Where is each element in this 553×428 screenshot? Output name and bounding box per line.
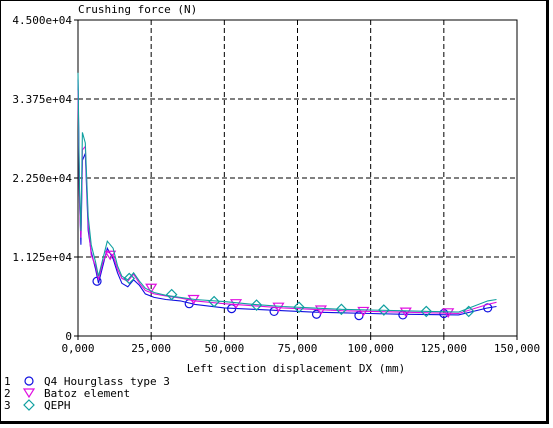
data-point	[229, 299, 243, 309]
x-tick-label: 150,000	[494, 342, 540, 355]
legend-index: 3	[4, 399, 11, 412]
series-1	[77, 79, 497, 321]
legend-marker	[22, 388, 36, 399]
x-tick-label: 25,000	[131, 342, 171, 355]
y-tick-label: 1.125e+04	[12, 251, 72, 264]
y-tick-label: 0	[65, 330, 72, 343]
legend-marker	[23, 399, 35, 411]
x-tick-label: 75,000	[278, 342, 318, 355]
x-tick-label: 125,000	[421, 342, 467, 355]
axis-ticks: 0,000 25,000 50,000 75,000 100,000 125,000 150…	[12, 14, 540, 355]
y-tick-label: 3.375e+04	[12, 93, 72, 106]
x-tick-label: 0,000	[61, 342, 94, 355]
data-point	[165, 288, 178, 301]
y-axis-label: Crushing force (N)	[78, 3, 197, 16]
series-3	[77, 72, 497, 318]
x-tick-label: 50,000	[204, 342, 244, 355]
x-tick-label: 100,000	[347, 342, 393, 355]
legend: 1 Q4 Hourglass type 32 Batoz element3 QEPH	[4, 375, 170, 412]
x-axis-label: Left section displacement DX (mm)	[187, 362, 406, 375]
series-line	[77, 90, 497, 315]
series-layer	[77, 72, 497, 321]
legend-label: QEPH	[44, 399, 71, 412]
series-line	[77, 79, 497, 316]
legend-marker	[24, 376, 34, 386]
y-tick-label: 4.500e+04	[12, 14, 72, 27]
y-tick-label: 2.250e+04	[12, 172, 72, 185]
series-line	[77, 72, 497, 313]
chart-svg: 0,000 25,000 50,000 75,000 100,000 125,000 150…	[4, 3, 540, 412]
